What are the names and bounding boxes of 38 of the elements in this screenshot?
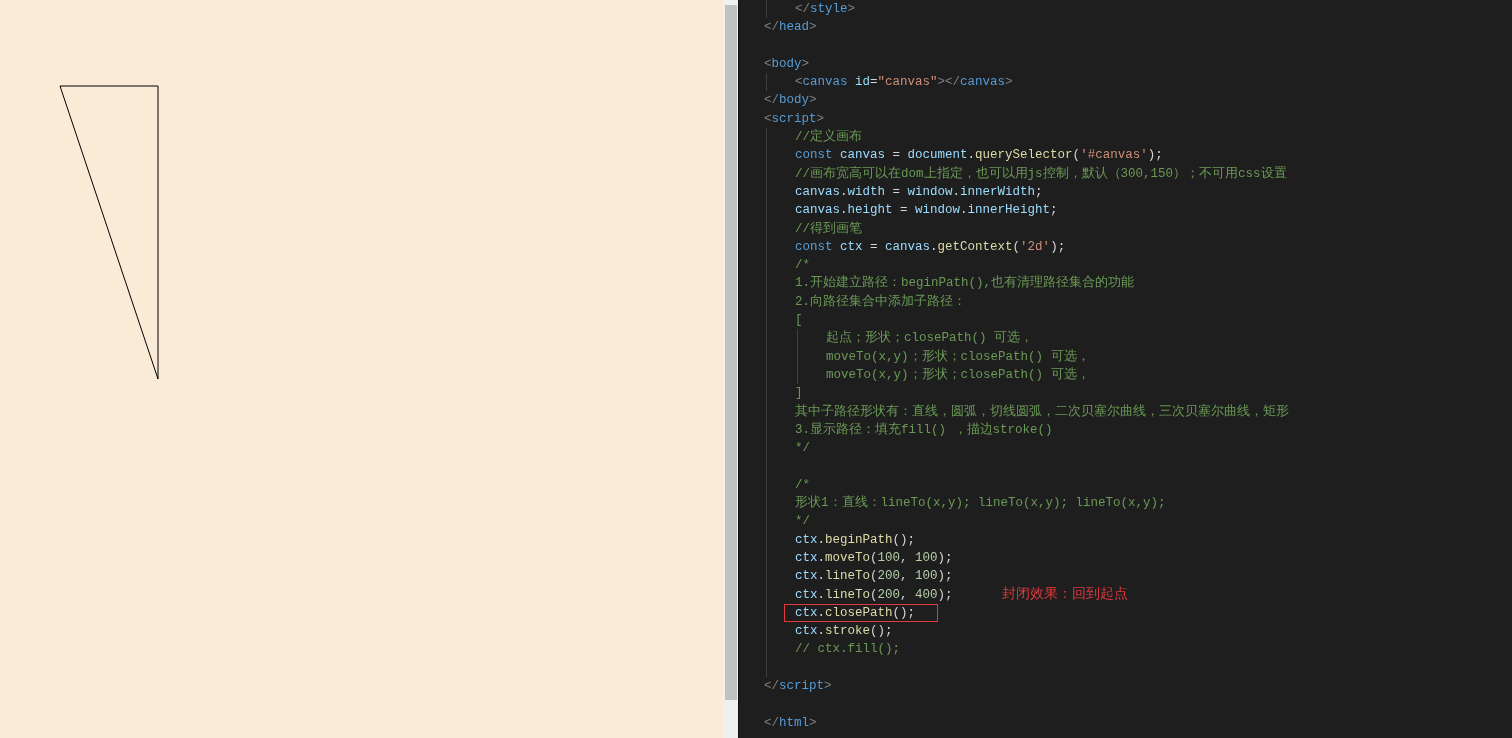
code-line: moveTo(x,y)；形状；closePath() 可选， [826, 367, 1090, 382]
code-line: </html> [764, 715, 817, 730]
code-line: /* [795, 477, 810, 492]
code-line: <script> [764, 111, 825, 126]
scrollbar-thumb[interactable] [724, 5, 737, 700]
code-line: </head> [764, 20, 817, 35]
code-line: 1.开始建立路径：beginPath(),也有清理路径集合的功能 [795, 276, 1135, 291]
code-line: ] [795, 386, 803, 401]
code-line: </body> [764, 93, 817, 108]
code-line: 起点；形状；closePath() 可选， [826, 331, 1033, 346]
code-line: */ [795, 441, 810, 456]
code-line: // ctx.fill(); [795, 642, 901, 657]
code-line: //定义画布 [795, 130, 862, 145]
code-line: const ctx = canvas.getContext('2d'); [795, 239, 1066, 254]
code-line: 形状1：直线：lineTo(x,y); lineTo(x,y); lineTo(x,y); [795, 496, 1166, 510]
code-line: </script> [764, 679, 832, 693]
code-line: <canvas id="canvas"></canvas> [795, 75, 1013, 90]
code-line: </style> [795, 2, 856, 16]
code-line: ctx.lineTo(200, 400); [795, 587, 953, 602]
code-line: ctx.moveTo(100, 100); [795, 550, 953, 565]
code-line: 3.显示路径：填充fill() ，描边stroke() [795, 422, 1053, 437]
code-line: ctx.closePath(); [795, 605, 916, 620]
code-line: ctx.lineTo(200, 100); [795, 569, 953, 584]
code-line: const canvas = document.querySelector('#canvas'); [795, 148, 1163, 163]
code-line: canvas.width = window.innerWidth; [795, 184, 1043, 199]
annotation-text: 封闭效果：回到起点 [1002, 584, 1128, 602]
code-line: [ [795, 313, 803, 328]
code-line: 其中子路径形状有：直线，圆弧，切线圆弧，二次贝塞尔曲线，三次贝塞尔曲线，矩形 [795, 404, 1289, 419]
code-line: /* [795, 258, 810, 273]
code-line: //得到画笔 [795, 221, 862, 236]
code-line: moveTo(x,y)；形状；closePath() 可选， [826, 349, 1090, 364]
code-line: canvas.height = window.innerHeight; [795, 203, 1058, 218]
code-line: <body> [764, 56, 810, 71]
code-line: ctx.beginPath(); [795, 532, 916, 547]
code-line: */ [795, 514, 810, 529]
code-line: 2.向路径集合中添加子路径： [795, 294, 966, 309]
code-line: //画布宽高可以在dom上指定，也可以用js控制，默认（300,150）；不可用css设置 [795, 166, 1287, 181]
code-line: ctx.stroke(); [795, 624, 893, 639]
